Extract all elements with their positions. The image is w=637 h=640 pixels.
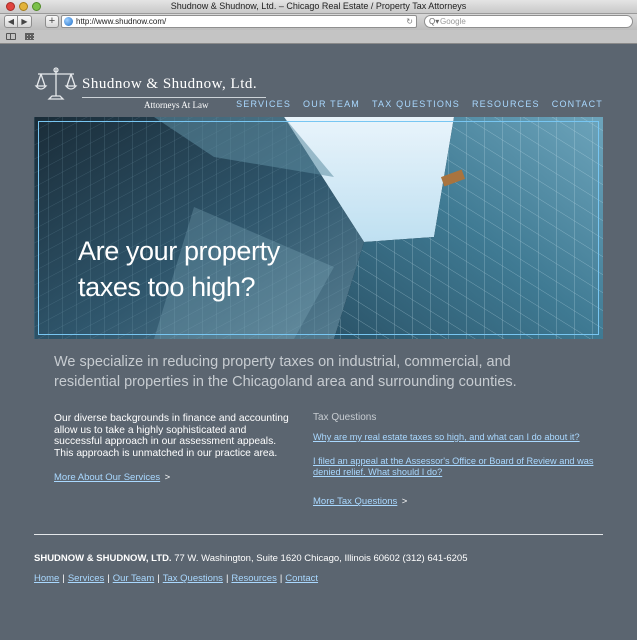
url-text: http://www.shudnow.com/ [76,17,167,26]
hero-line-2: taxes too high? [78,272,256,302]
intro-statement: We specialize in reducing property taxes… [54,354,517,390]
hero-banner: Are your property taxes too high? [34,117,603,339]
footer-separator: | [157,573,160,584]
web-page: Shudnow & Shudnow, Ltd. Attorneys At Law… [0,44,637,640]
footer-divider [34,534,603,535]
footer-company-name: SHUDNOW & SHUDNOW, LTD. [34,553,172,564]
hero-line-1: Are your property [78,236,280,266]
nav-our-team[interactable]: OUR TEAM [303,99,360,109]
globe-icon [64,17,73,26]
footer-link-resources[interactable]: Resources [231,573,276,584]
brand-name: Shudnow & Shudnow, Ltd. [82,76,258,92]
footer-link-tax-questions[interactable]: Tax Questions [163,573,223,584]
footer-link-home[interactable]: Home [34,573,59,584]
services-link-row: More About Our Services > [54,467,294,485]
footer-separator: | [107,573,110,584]
more-about-services-link[interactable]: More About Our Services [54,472,160,483]
back-arrow-icon: ◀ [7,17,15,26]
browser-toolbar: ◀ ▶ + http://www.shudnow.com/ ↻ Q▾ Googl… [0,14,637,30]
tax-questions-more-row: More Tax Questions > [313,491,613,509]
main-navigation: SERVICES OUR TEAM TAX QUESTIONS RESOURCE… [236,99,603,109]
window-titlebar: Shudnow & Shudnow, Ltd. – Chicago Real E… [0,0,637,14]
footer-address-text: 77 W. Washington, Suite 1620 Chicago, Il… [174,553,468,564]
footer-separator: | [62,573,65,584]
services-arrow: > [164,472,171,483]
footer-separator: | [225,573,229,584]
footer-navigation: Home | Services | Our Team | Tax Questions | Res… [34,573,318,584]
back-button[interactable]: ◀ [4,15,18,28]
glass-building-photo [34,117,603,339]
hero-headline: Are your property taxes too high? [78,233,280,305]
more-tax-questions-link[interactable]: More Tax Questions [313,496,397,507]
nav-services[interactable]: SERVICES [236,99,291,109]
tax-questions-panel: Tax Questions Why are my real estate tax… [313,412,613,509]
forward-button[interactable]: ▶ [18,15,32,28]
nav-resources[interactable]: RESOURCES [472,99,540,109]
add-bookmark-button[interactable]: + [45,15,59,28]
search-field[interactable]: Q▾ Google [424,15,633,28]
reload-icon[interactable]: ↻ [406,16,413,27]
scales-of-justice-icon [34,67,78,100]
tax-questions-heading: Tax Questions [313,412,377,423]
footer-link-services[interactable]: Services [68,573,104,584]
search-icon: Q▾ [429,17,440,26]
services-summary: Our diverse backgrounds in finance and a… [54,413,294,485]
top-sites-grid-icon[interactable] [25,33,34,40]
bookmarks-bar [0,30,637,44]
footer-separator: | [279,573,283,584]
nav-contact[interactable]: CONTACT [552,99,603,109]
plus-icon: + [48,15,56,27]
footer-address: SHUDNOW & SHUDNOW, LTD. 77 W. Washington… [34,553,468,564]
nav-tax-questions[interactable]: TAX QUESTIONS [372,99,460,109]
brand-divider [82,97,266,98]
address-bar[interactable]: http://www.shudnow.com/ ↻ [61,15,417,28]
brand-tagline: Attorneys At Law [144,100,209,110]
services-description: Our diverse backgrounds in finance and a… [54,413,289,459]
bookmarks-book-icon[interactable] [6,33,16,40]
search-placeholder: Google [440,17,466,26]
tax-questions-arrow: > [401,496,408,507]
footer-link-our-team[interactable]: Our Team [113,573,155,584]
forward-arrow-icon: ▶ [21,17,28,26]
footer-link-contact[interactable]: Contact [285,573,318,584]
window-title: Shudnow & Shudnow, Ltd. – Chicago Real E… [170,1,467,11]
tax-question-link-1[interactable]: Why are my real estate taxes so high, an… [313,432,613,443]
tax-question-link-2[interactable]: I filed an appeal at the Assessor's Offi… [313,456,613,478]
